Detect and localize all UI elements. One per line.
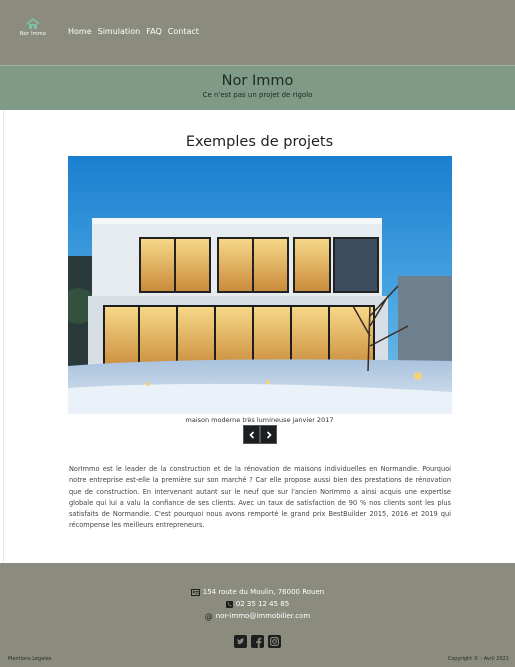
logo[interactable]: Nor Immo <box>18 18 48 44</box>
carousel-prev-button[interactable] <box>243 425 260 444</box>
at-icon: @ <box>204 611 213 621</box>
contact-block: 154 route du Moulin, 76000 Rouen 02 35 1… <box>0 586 515 622</box>
facebook-link[interactable] <box>251 634 265 648</box>
facebook-icon <box>251 634 264 648</box>
house-photo <box>68 156 452 414</box>
navbar: Nor Immo Home Simulation FAQ Contact <box>0 0 515 65</box>
chevron-right-icon <box>266 430 272 439</box>
address-line: 154 route du Moulin, 76000 Rouen <box>0 586 515 598</box>
carousel-next-button[interactable] <box>260 425 277 444</box>
phone-icon <box>225 600 233 608</box>
intro-paragraph: NorImmo est le leader de la construction… <box>69 465 451 530</box>
nav-link-faq[interactable]: FAQ <box>146 27 162 36</box>
nav-link-simulation[interactable]: Simulation <box>98 27 141 36</box>
email-line: @ nor-immo@immobilier.com <box>0 610 515 622</box>
twitter-link[interactable] <box>234 634 248 648</box>
logo-text: Nor Immo <box>19 31 47 37</box>
chevron-left-icon <box>248 430 254 439</box>
instagram-icon <box>268 634 281 648</box>
main-content: Exemples de projets maison moderne très … <box>3 110 515 563</box>
nav-link-contact[interactable]: Contact <box>168 27 199 36</box>
carousel-controls <box>243 425 277 444</box>
carousel-caption: maison moderne très lumineuse janvier 20… <box>185 416 334 424</box>
instagram-link[interactable] <box>268 634 282 648</box>
phone-text[interactable]: 02 35 12 45 85 <box>236 600 289 608</box>
carousel-image <box>68 156 452 414</box>
hero-banner: Nor Immo Ce n'est pas un projet de rigol… <box>0 65 515 110</box>
copyright-text: Copyright © - Avril 2021 <box>447 656 509 662</box>
phone-line: 02 35 12 45 85 <box>0 598 515 610</box>
footer: 154 route du Moulin, 76000 Rouen 02 35 1… <box>0 563 515 667</box>
projects-title: Exemples de projets <box>185 134 334 150</box>
address-card-icon <box>190 588 200 596</box>
legal-link[interactable]: Mentions Legales <box>8 656 51 662</box>
nav-link-home[interactable]: Home <box>68 27 92 36</box>
site-tagline: Ce n'est pas un projet de rigolo <box>202 91 313 99</box>
nav-links: Home Simulation FAQ Contact <box>68 27 199 36</box>
site-title: Nor Immo <box>221 73 294 89</box>
address-text: 154 route du Moulin, 76000 Rouen <box>202 588 325 596</box>
social-links <box>0 634 515 648</box>
house-logo-icon <box>26 18 40 29</box>
email-text[interactable]: nor-immo@immobilier.com <box>216 612 310 620</box>
twitter-icon <box>234 634 247 648</box>
